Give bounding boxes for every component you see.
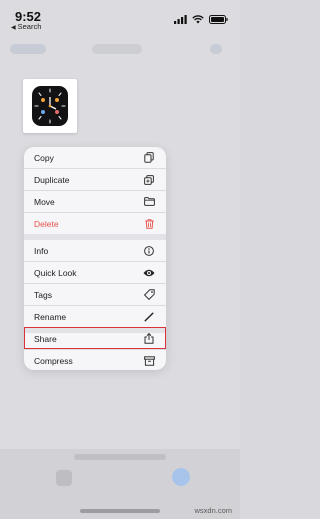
duplicate-icon bbox=[143, 174, 155, 186]
menu-item-info[interactable]: Info bbox=[24, 240, 166, 261]
menu-item-move[interactable]: Move bbox=[24, 191, 166, 212]
blurred-toolbar-left bbox=[56, 470, 72, 486]
menu-item-duplicate[interactable]: Duplicate bbox=[24, 169, 166, 190]
back-to-search-label: Search bbox=[17, 22, 42, 31]
back-to-search[interactable]: ◀ Search bbox=[11, 22, 41, 31]
blurred-nav-back bbox=[10, 44, 46, 54]
eye-icon bbox=[143, 267, 155, 279]
context-menu: Copy Duplicate Move Delete Info Quick Lo… bbox=[24, 147, 166, 370]
home-indicator bbox=[80, 509, 160, 513]
menu-item-rename[interactable]: Rename bbox=[24, 306, 166, 327]
status-bar: 9:52 ◀ Search bbox=[0, 0, 240, 31]
menu-item-label: Compress bbox=[34, 355, 73, 366]
battery-icon bbox=[209, 11, 228, 29]
menu-item-label: Share bbox=[34, 333, 57, 344]
menu-item-label: Tags bbox=[34, 289, 52, 300]
system-icons bbox=[174, 11, 228, 29]
pencil-icon bbox=[143, 311, 155, 323]
menu-item-label: Rename bbox=[34, 311, 67, 322]
menu-item-label: Move bbox=[34, 196, 55, 207]
archive-icon bbox=[143, 355, 155, 367]
watch-face-image bbox=[32, 86, 68, 126]
menu-item-label: Copy bbox=[34, 152, 54, 163]
copy-icon bbox=[143, 152, 155, 164]
menu-item-share[interactable]: Share bbox=[24, 328, 166, 349]
info-icon bbox=[143, 245, 155, 257]
menu-item-tags[interactable]: Tags bbox=[24, 284, 166, 305]
menu-item-label: Duplicate bbox=[34, 174, 70, 185]
tag-icon bbox=[143, 289, 155, 301]
trash-icon bbox=[143, 218, 155, 230]
file-thumbnail bbox=[23, 79, 77, 133]
menu-item-delete[interactable]: Delete bbox=[24, 213, 166, 234]
menu-item-compress[interactable]: Compress bbox=[24, 350, 166, 370]
blurred-nav-action bbox=[210, 44, 222, 54]
wifi-icon bbox=[192, 11, 204, 29]
blurred-nav-title bbox=[92, 44, 142, 54]
signal-icon bbox=[174, 11, 187, 29]
back-chevron-icon: ◀ bbox=[11, 25, 16, 31]
folder-icon bbox=[143, 196, 155, 208]
menu-item-copy[interactable]: Copy bbox=[24, 147, 166, 168]
blurred-status-text bbox=[74, 454, 166, 460]
watermark: wsxdn.com bbox=[194, 506, 232, 515]
menu-item-quick-look[interactable]: Quick Look bbox=[24, 262, 166, 283]
menu-item-label: Info bbox=[34, 245, 49, 256]
blurred-toolbar-right bbox=[172, 468, 190, 486]
menu-item-label: Quick Look bbox=[34, 267, 77, 278]
share-icon bbox=[143, 333, 155, 345]
menu-item-label: Delete bbox=[34, 218, 59, 229]
